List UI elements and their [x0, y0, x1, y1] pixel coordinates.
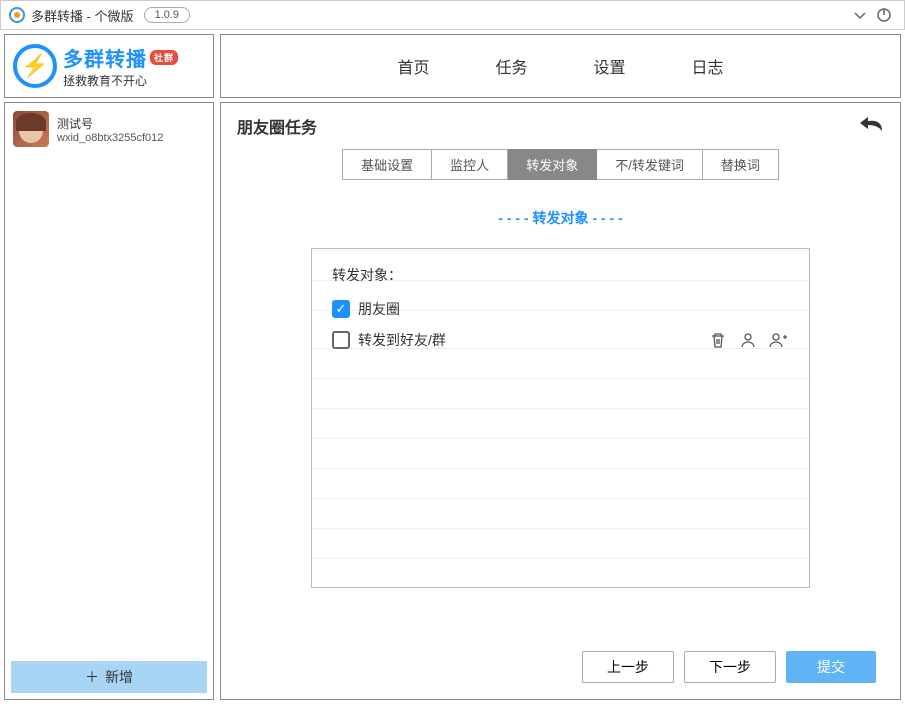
section-divider: - - - - 转发对象 - - - -	[221, 208, 900, 228]
add-button[interactable]: ＋ 新增	[11, 661, 207, 693]
checkbox-forward[interactable]	[332, 331, 350, 349]
option-label-forward: 转发到好友/群	[358, 330, 446, 350]
option-label-moments: 朋友圈	[358, 299, 400, 319]
avatar	[13, 111, 49, 147]
tab-forward-target[interactable]: 转发对象	[508, 149, 597, 180]
logo-badge: 社群	[150, 50, 178, 65]
version-badge: 1.0.9	[144, 7, 190, 23]
page-title: 朋友圈任务	[237, 114, 858, 138]
form-box: 转发对象： ✓ 朋友圈 转发到好友/群	[311, 248, 810, 588]
option-row-moments: ✓ 朋友圈	[332, 299, 789, 319]
checkbox-moments[interactable]: ✓	[332, 300, 350, 318]
person-icon	[739, 331, 757, 349]
submit-button[interactable]: 提交	[786, 651, 876, 683]
option-row-forward: 转发到好友/群	[332, 329, 789, 351]
app-title: 多群转播 - 个微版	[31, 6, 134, 25]
form-label: 转发对象：	[332, 265, 789, 285]
minimize-button[interactable]	[848, 3, 872, 27]
footer-buttons: 上一步 下一步 提交	[221, 635, 900, 699]
main-panel: 朋友圈任务 基础设置 监控人 转发对象 不/转发键词 替换词 - - - - 转…	[220, 102, 901, 700]
add-contact-button[interactable]	[767, 329, 789, 351]
sidebar: 测试号 wxid_o8btx3255cf012 ＋ 新增	[4, 102, 214, 700]
tab-monitor[interactable]: 监控人	[432, 149, 508, 180]
contact-button[interactable]	[737, 329, 759, 351]
main-nav: 首页 任务 设置 日志	[220, 34, 901, 98]
logo-title: 多群转播 社群	[63, 43, 178, 72]
tab-keywords[interactable]: 不/转发键词	[597, 149, 703, 180]
tab-replace[interactable]: 替换词	[703, 149, 779, 180]
account-name: 测试号	[57, 115, 163, 132]
titlebar: 多群转播 - 个微版 1.0.9	[0, 0, 905, 30]
nav-logs[interactable]: 日志	[684, 50, 732, 82]
power-icon	[876, 7, 892, 23]
nav-settings[interactable]: 设置	[586, 50, 634, 82]
nav-home[interactable]: 首页	[389, 50, 437, 82]
back-button[interactable]	[858, 113, 884, 139]
plus-icon: ＋	[85, 667, 99, 687]
logo-subtitle: 拯救教育不开心	[63, 72, 178, 89]
trash-icon	[709, 331, 727, 349]
person-plus-icon	[768, 331, 788, 349]
nav-tasks[interactable]: 任务	[487, 50, 535, 82]
next-button[interactable]: 下一步	[684, 651, 776, 683]
logo-icon: ⚡	[13, 44, 57, 88]
delete-button[interactable]	[707, 329, 729, 351]
tabs: 基础设置 监控人 转发对象 不/转发键词 替换词	[221, 149, 900, 180]
account-item[interactable]: 测试号 wxid_o8btx3255cf012	[5, 103, 213, 155]
reply-icon	[858, 113, 884, 133]
power-button[interactable]	[872, 3, 896, 27]
app-icon	[9, 7, 25, 23]
chevron-down-icon	[852, 7, 868, 23]
tab-basic[interactable]: 基础设置	[342, 149, 432, 180]
account-id: wxid_o8btx3255cf012	[57, 132, 163, 144]
prev-button[interactable]: 上一步	[582, 651, 674, 683]
logo-box: ⚡ 多群转播 社群 拯救教育不开心	[4, 34, 214, 98]
